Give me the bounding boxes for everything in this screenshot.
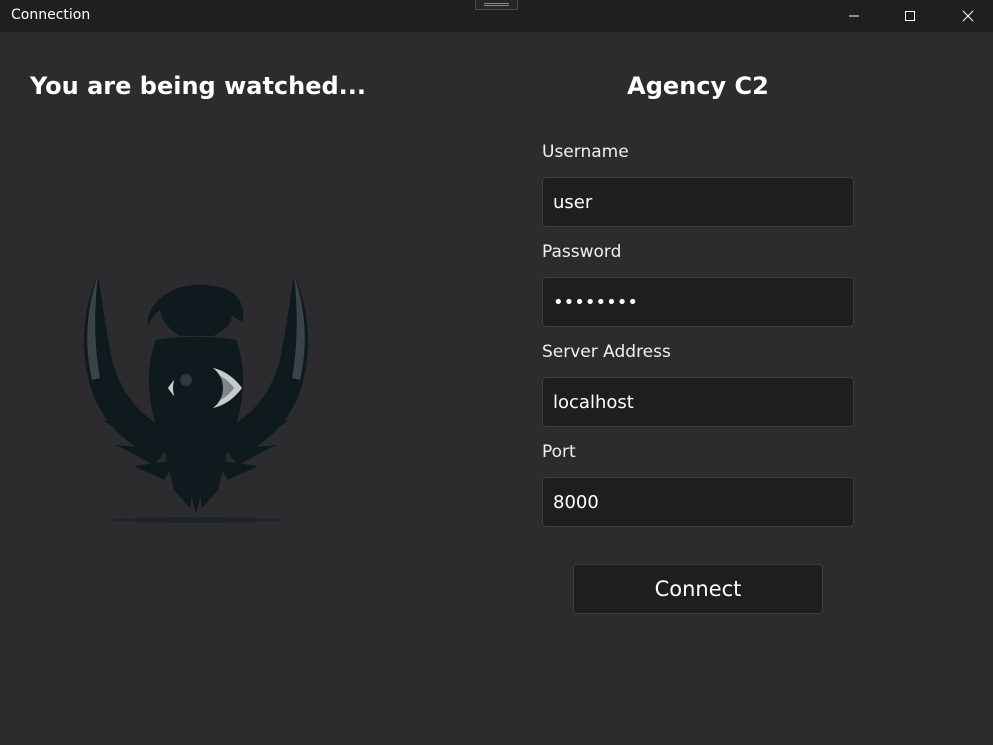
close-button[interactable] [945,0,991,32]
username-field[interactable] [542,177,854,227]
close-icon [962,10,974,22]
eagle-eye-logo-icon [83,275,309,523]
maximize-button[interactable] [887,0,933,32]
watched-heading: You are being watched... [30,72,367,100]
server-address-label: Server Address [542,342,671,362]
window-title: Connection [11,7,91,23]
agency-heading: Agency C2 [627,72,769,100]
minimize-icon [849,15,859,17]
minimize-button[interactable] [831,0,877,32]
port-label: Port [542,442,576,462]
port-field[interactable] [542,477,854,527]
username-label: Username [542,142,629,162]
title-bar: Connection [0,0,993,32]
password-field[interactable] [542,277,854,327]
drag-handle[interactable] [475,0,518,10]
server-address-field[interactable] [542,377,854,427]
maximize-icon [905,11,915,21]
password-label: Password [542,242,622,262]
connect-button[interactable]: Connect [573,564,823,614]
